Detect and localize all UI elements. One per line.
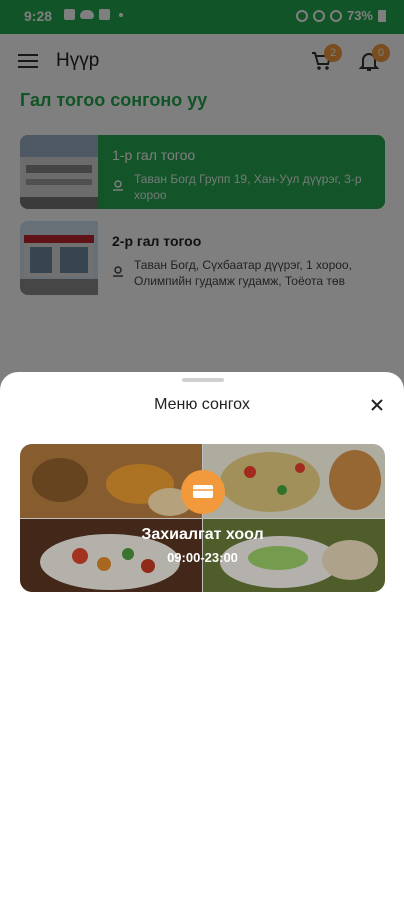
- menu-hours: 09:00-23:00: [167, 550, 238, 565]
- sheet-title: Меню сонгох: [154, 396, 250, 413]
- sheet-drag-handle[interactable]: [182, 378, 224, 382]
- tray-icon: [193, 485, 213, 498]
- menu-category-icon: [181, 470, 225, 514]
- menu-name: Захиалгат хоол: [141, 526, 264, 543]
- menu-select-sheet: Меню сонгох Захиалгат хоол 09:00-23:00: [0, 372, 404, 900]
- menu-card[interactable]: Захиалгат хоол 09:00-23:00: [20, 444, 385, 592]
- menu-card-shade: [20, 444, 385, 592]
- close-icon[interactable]: [368, 396, 386, 414]
